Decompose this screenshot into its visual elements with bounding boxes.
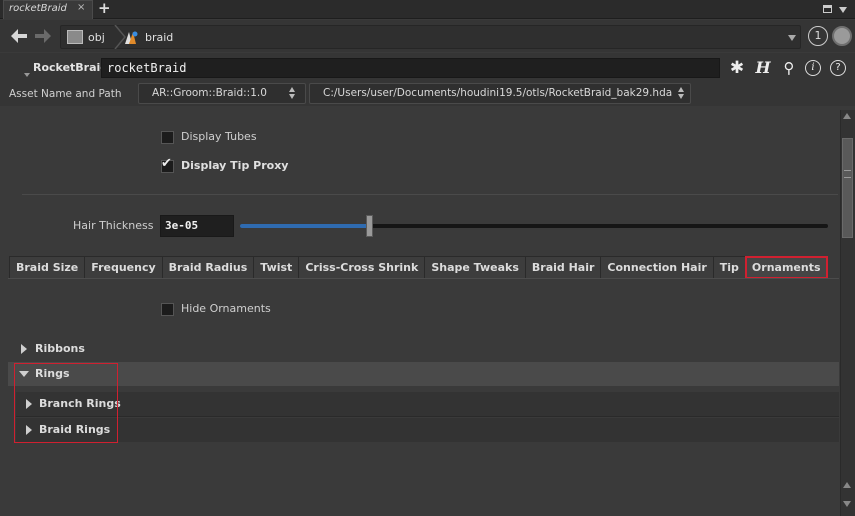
scroll-up-bottom-icon[interactable] bbox=[843, 482, 851, 488]
tab-braid-radius[interactable]: Braid Radius bbox=[161, 256, 254, 279]
hide-ornaments-checkbox[interactable] bbox=[161, 303, 174, 316]
path-dropdown-icon[interactable] bbox=[788, 35, 796, 41]
help-icon[interactable]: ? bbox=[830, 60, 846, 76]
folder-rings[interactable]: Rings bbox=[8, 362, 839, 386]
hair-thickness-label: Hair Thickness bbox=[73, 219, 154, 232]
tab-shape-tweaks[interactable]: Shape Tweaks bbox=[424, 256, 525, 279]
checkmark-icon: ✔ bbox=[161, 156, 172, 171]
node-type-label: RocketBraid bbox=[33, 61, 109, 74]
pane-menu-icon[interactable] bbox=[839, 7, 847, 13]
asset-definition-spinner-icon[interactable] bbox=[289, 87, 296, 99]
path-bar: obj braid 1 bbox=[0, 20, 855, 52]
separator bbox=[22, 194, 838, 195]
info-icon[interactable]: i bbox=[805, 60, 821, 76]
folder-branch-rings[interactable]: Branch Rings bbox=[16, 392, 839, 416]
scroll-up-icon[interactable] bbox=[843, 113, 851, 119]
display-tubes-checkbox[interactable] bbox=[161, 131, 174, 144]
pane-tab-label: rocketBraid bbox=[9, 3, 67, 14]
scrollbar-grip-icon bbox=[844, 170, 851, 178]
asset-path-dropdown[interactable]: C:/Users/user/Documents/houdini19.5/otls… bbox=[309, 83, 691, 104]
braid-node-icon bbox=[125, 31, 138, 44]
tab-criss-cross-shrink[interactable]: Criss-Cross Shrink bbox=[298, 256, 425, 279]
tab-underline bbox=[8, 278, 839, 279]
tab-bar bbox=[0, 0, 855, 19]
tab-connection-hair[interactable]: Connection Hair bbox=[600, 256, 713, 279]
node-name-bar: RocketBraid rocketBraid ✱ H ⚲ i ? bbox=[0, 53, 855, 82]
asset-definition-dropdown[interactable]: AR::Groom::Braid::1.0 bbox=[138, 83, 306, 104]
parameter-panel bbox=[8, 110, 839, 516]
collapsed-arrow-icon bbox=[21, 344, 27, 354]
search-icon[interactable]: ⚲ bbox=[779, 58, 799, 78]
add-tab-icon[interactable]: + bbox=[98, 0, 111, 17]
node-type-menu-icon[interactable] bbox=[24, 73, 30, 77]
tab-frequency[interactable]: Frequency bbox=[84, 256, 162, 279]
tab-braid-hair[interactable]: Braid Hair bbox=[524, 256, 601, 279]
asset-path-spinner-icon[interactable] bbox=[678, 87, 685, 99]
separator bbox=[16, 416, 839, 417]
forward-arrow-icon[interactable] bbox=[34, 28, 52, 44]
node-name-field[interactable]: rocketBraid bbox=[101, 58, 720, 78]
parameter-tabs: Braid Size Frequency Braid Radius Twist … bbox=[9, 256, 828, 279]
pin-button[interactable]: 1 bbox=[808, 26, 828, 46]
tab-twist[interactable]: Twist bbox=[253, 256, 299, 279]
scrollbar-thumb[interactable] bbox=[842, 138, 853, 238]
link-globe-icon[interactable] bbox=[832, 26, 852, 46]
close-tab-icon[interactable]: × bbox=[77, 2, 85, 13]
hair-thickness-field[interactable]: 3e-05 bbox=[160, 215, 234, 237]
path-field[interactable]: obj braid bbox=[60, 25, 801, 49]
gear-icon[interactable]: ✱ bbox=[727, 58, 747, 78]
scroll-down-icon[interactable] bbox=[843, 501, 851, 507]
folder-ribbons[interactable]: Ribbons bbox=[8, 337, 839, 361]
tab-ornaments[interactable]: Ornaments bbox=[744, 256, 828, 279]
folder-braid-rings[interactable]: Braid Rings bbox=[16, 418, 839, 442]
asset-bar: Asset Name and Path AR::Groom::Braid::1.… bbox=[0, 82, 855, 106]
tab-tip[interactable]: Tip bbox=[712, 256, 745, 279]
hair-thickness-slider-handle[interactable] bbox=[366, 215, 373, 237]
tab-braid-size[interactable]: Braid Size bbox=[9, 256, 85, 279]
display-tubes-label: Display Tubes bbox=[181, 130, 257, 143]
asset-name-path-label: Asset Name and Path bbox=[9, 88, 122, 100]
display-tip-proxy-label: Display Tip Proxy bbox=[181, 159, 289, 172]
maximize-pane-icon[interactable] bbox=[823, 5, 832, 13]
breadcrumb-braid[interactable]: braid bbox=[145, 31, 173, 44]
folder-ribbons-label: Ribbons bbox=[35, 342, 85, 355]
hide-ornaments-label: Hide Ornaments bbox=[181, 302, 271, 315]
houdini-help-icon[interactable]: H bbox=[753, 58, 773, 78]
breadcrumb-obj[interactable]: obj bbox=[88, 31, 105, 44]
rings-highlight-box bbox=[14, 363, 118, 443]
hair-thickness-slider-fill bbox=[240, 224, 369, 228]
obj-network-icon bbox=[67, 30, 83, 44]
back-arrow-icon[interactable] bbox=[10, 28, 28, 44]
